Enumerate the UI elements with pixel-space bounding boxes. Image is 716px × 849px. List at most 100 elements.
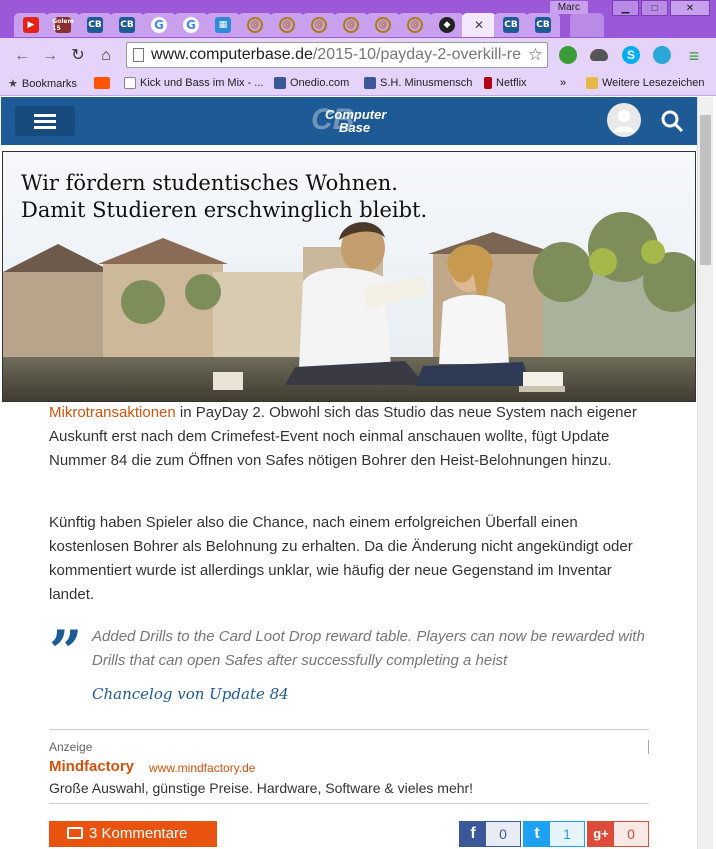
banner-headline: Wir fördern studentisches Wohnen. Damit … — [21, 170, 427, 224]
tab-active[interactable]: ✕ — [462, 13, 496, 37]
soundcloud-icon — [94, 77, 110, 89]
google-icon: G — [151, 17, 167, 33]
computerbase-icon: CB — [87, 17, 103, 33]
site-header: CB Computer Base — [1, 97, 697, 145]
star-icon: ★ — [8, 78, 18, 90]
bookmarks-overflow[interactable]: » — [560, 77, 566, 89]
bookmark-item[interactable]: ★ Bookmarks — [8, 77, 77, 91]
tab-computerbase-3[interactable]: CB — [494, 13, 528, 37]
menu-bar-icon — [34, 120, 56, 123]
twitter-share-button[interactable]: t 1 — [523, 821, 585, 847]
hamburger-menu-button[interactable] — [15, 106, 75, 136]
comment-bubble-icon — [67, 827, 83, 839]
quote-text: Added Drills to the Card Loot Drop rewar… — [92, 628, 645, 669]
bookmark-star-icon[interactable]: ☆ — [527, 43, 543, 67]
steam-icon: @ — [343, 17, 359, 33]
share-extension-icon[interactable] — [653, 46, 671, 64]
address-bar[interactable]: www.computerbase.de/2015-10/payday-2-ove… — [126, 42, 548, 68]
tab-computerbase-2[interactable]: CB — [110, 13, 144, 37]
google-icon: G — [183, 17, 199, 33]
bookmark-item[interactable] — [94, 77, 110, 89]
url-path: /2015-10/payday-2-overkill-re — [312, 46, 521, 63]
ad-title[interactable]: Mindfactory — [49, 758, 134, 775]
bookmark-item[interactable]: Kick und Bass im Mix - ... — [124, 77, 263, 89]
bookmark-item[interactable]: Netflix — [484, 77, 527, 89]
menu-bar-icon — [34, 126, 56, 129]
computerbase-icon: CB — [503, 17, 519, 33]
reload-icon[interactable]: ↻ — [68, 46, 88, 66]
ad-label: Anzeige — [49, 740, 93, 754]
news-icon: ▦ — [215, 17, 231, 33]
search-icon[interactable] — [660, 109, 684, 133]
url-domain: www.computerbase.de — [151, 46, 313, 63]
dark-icon: ◆ — [439, 17, 455, 33]
tab-dark[interactable]: ◆ — [430, 13, 464, 37]
tab-steam-1[interactable]: @ — [238, 13, 272, 37]
cloud-extension-icon[interactable] — [590, 49, 608, 61]
advertisement-banner[interactable]: Wir fördern studentisches Wohnen. Damit … — [2, 151, 696, 402]
bookmark-item[interactable]: Onedio.com — [274, 77, 349, 89]
bookmarks-bar: ★ Bookmarks Kick und Bass im Mix - ... On… — [0, 72, 716, 96]
golem-icon: Golem 15 — [52, 17, 74, 33]
tab-steam-5[interactable]: @ — [366, 13, 400, 37]
googleplus-share-button[interactable]: g+ 0 — [587, 821, 649, 847]
tab-steam-6[interactable]: @ — [398, 13, 432, 37]
microtransactions-link[interactable]: Mikrotransaktionen — [49, 404, 176, 421]
computerbase-logo[interactable]: CB Computer Base — [311, 101, 391, 141]
facebook-icon — [274, 77, 286, 89]
article-paragraph-2: Künftig haben Spieler also die Chance, n… — [49, 514, 633, 603]
other-bookmarks[interactable]: Weitere Lesezeichen — [586, 77, 705, 89]
minimize-button[interactable]: ▁ — [612, 0, 639, 16]
thumbs-up-extension-icon[interactable] — [559, 46, 577, 64]
profile-name[interactable]: Marc — [549, 1, 588, 14]
banner-line2: Damit Studieren erschwinglich bleibt. — [21, 198, 428, 222]
ad-description: Große Auswahl, günstige Preise. Hardware… — [49, 780, 474, 796]
forward-arrow-icon[interactable]: → — [40, 46, 60, 66]
tab-google-1[interactable]: G — [142, 13, 176, 37]
tab-computerbase-4[interactable]: CB — [526, 13, 560, 37]
tab-google-2[interactable]: G — [174, 13, 208, 37]
bookmark-item[interactable]: S.H. Minusmensch — [364, 77, 472, 89]
steam-icon: @ — [311, 17, 327, 33]
computerbase-icon: CB — [119, 17, 135, 33]
facebook-count: 0 — [499, 826, 507, 842]
logo-line2: Base — [339, 120, 371, 135]
window-controls: ▁ □ ✕ — [612, 0, 710, 16]
tab-steam-2[interactable]: @ — [270, 13, 304, 37]
page-icon — [133, 48, 144, 62]
tab-computerbase-1[interactable]: CB — [78, 13, 112, 37]
tab-steam-4[interactable]: @ — [334, 13, 368, 37]
ad-url[interactable]: www.mindfactory.de — [149, 761, 255, 775]
googleplus-icon: g+ — [588, 821, 614, 847]
steam-icon: @ — [407, 17, 423, 33]
banner-line1: Wir fördern studentisches Wohnen. — [21, 171, 398, 195]
text-ad[interactable]: Anzeige Mindfactory www.mindfactory.de G… — [49, 729, 649, 804]
browser-tab-strip: ▶ Golem 15 CB CB G G ▦ @ @ @ @ @ @ ◆ ✕ CB… — [0, 0, 716, 38]
quote-icon: ” — [49, 618, 83, 686]
tab-youtube[interactable]: ▶ — [14, 13, 48, 37]
scrollbar-thumb[interactable] — [700, 115, 711, 265]
new-tab-button[interactable] — [570, 13, 604, 37]
skype-icon[interactable]: S — [622, 46, 640, 64]
tab-close-icon[interactable]: ✕ — [474, 18, 484, 32]
facebook-icon — [364, 77, 376, 89]
tab-steam-3[interactable]: @ — [302, 13, 336, 37]
steam-icon: @ — [247, 17, 263, 33]
maximize-button[interactable]: □ — [641, 0, 668, 16]
facebook-icon: f — [460, 821, 486, 847]
quote-source-link[interactable]: Chancelog von Update 84 — [92, 685, 289, 703]
back-arrow-icon[interactable]: ← — [12, 46, 32, 66]
close-window-button[interactable]: ✕ — [670, 0, 710, 16]
comments-label: 3 Kommentare — [89, 825, 188, 842]
article-paragraph-1: Mikrotransaktionen in PayDay 2. Obwohl s… — [49, 401, 659, 473]
menu-icon[interactable]: ≡ — [684, 46, 704, 66]
tab-golem[interactable]: Golem 15 — [46, 13, 80, 37]
facebook-share-button[interactable]: f 0 — [459, 821, 521, 847]
comments-button[interactable]: 3 Kommentare — [49, 821, 217, 847]
home-icon[interactable]: ⌂ — [96, 46, 116, 66]
youtube-icon: ▶ — [23, 17, 39, 33]
user-avatar[interactable] — [607, 103, 641, 137]
page-scrollbar[interactable] — [697, 97, 713, 849]
twitter-count: 1 — [563, 826, 571, 842]
tab-news[interactable]: ▦ — [206, 13, 240, 37]
